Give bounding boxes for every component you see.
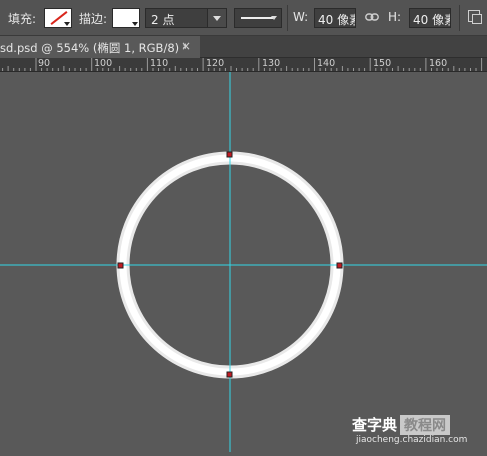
ruler-label: 160 <box>429 58 448 69</box>
stroke-width-dropdown[interactable]: 2 点 <box>145 8 227 28</box>
height-field[interactable]: 40 像素 <box>409 8 451 28</box>
ruler-label: 150 <box>373 58 392 69</box>
transform-icon[interactable] <box>468 10 482 24</box>
ruler-label: 100 <box>94 58 113 69</box>
watermark-badge: 教程网 <box>400 415 451 435</box>
canvas-artwork <box>0 72 487 452</box>
close-icon[interactable]: × <box>181 39 191 53</box>
document-tab-title: sd.psd @ 554% (椭圆 1, RGB/8) * <box>0 41 189 55</box>
document-tab[interactable]: sd.psd @ 554% (椭圆 1, RGB/8) * × <box>0 36 200 58</box>
watermark: 查字典 教程网 jiaocheng.chazidian.com <box>352 414 484 450</box>
ruler-label: 140 <box>317 58 336 69</box>
ruler-label: 110 <box>150 58 169 69</box>
watermark-main: 查字典 <box>352 416 398 434</box>
caret-down-icon <box>132 22 138 26</box>
fill-swatch[interactable] <box>44 8 72 28</box>
options-bar: 填充: 描边: 2 点 W: 40 像素 H: 40 像素 <box>0 0 487 36</box>
link-icon[interactable] <box>365 10 379 24</box>
divider <box>459 5 460 31</box>
width-field[interactable]: 40 像素 <box>314 8 356 28</box>
anchor-point-right[interactable] <box>336 262 343 269</box>
ruler-label: 90 <box>38 58 51 69</box>
ruler-ticks <box>2 58 483 71</box>
divider <box>287 5 288 31</box>
solid-line-icon <box>241 17 273 19</box>
anchor-point-bottom[interactable] <box>226 371 233 378</box>
anchor-point-left[interactable] <box>117 262 124 269</box>
anchor-point-top[interactable] <box>226 151 233 158</box>
document-canvas[interactable] <box>0 72 487 452</box>
ruler-label: 120 <box>206 58 225 69</box>
height-label: H: <box>388 10 402 24</box>
watermark-logo: 查字典 教程网 <box>352 414 451 435</box>
caret-down-icon <box>271 16 277 20</box>
ruler-label: 130 <box>262 58 281 69</box>
document-tab-strip: sd.psd @ 554% (椭圆 1, RGB/8) * × <box>0 36 487 58</box>
watermark-url: jiaocheng.chazidian.com <box>356 435 468 445</box>
chevron-down-icon[interactable] <box>207 9 226 27</box>
stroke-width-value: 2 点 <box>151 13 175 27</box>
stroke-type-dropdown[interactable] <box>234 8 282 28</box>
caret-down-icon <box>64 22 70 26</box>
fill-label: 填充: <box>8 12 37 26</box>
stroke-swatch[interactable] <box>112 8 140 28</box>
width-label: W: <box>293 10 309 24</box>
horizontal-ruler[interactable]: 90 100 110 120 130 140 150 160 <box>0 58 487 72</box>
stroke-label: 描边: <box>79 12 108 26</box>
